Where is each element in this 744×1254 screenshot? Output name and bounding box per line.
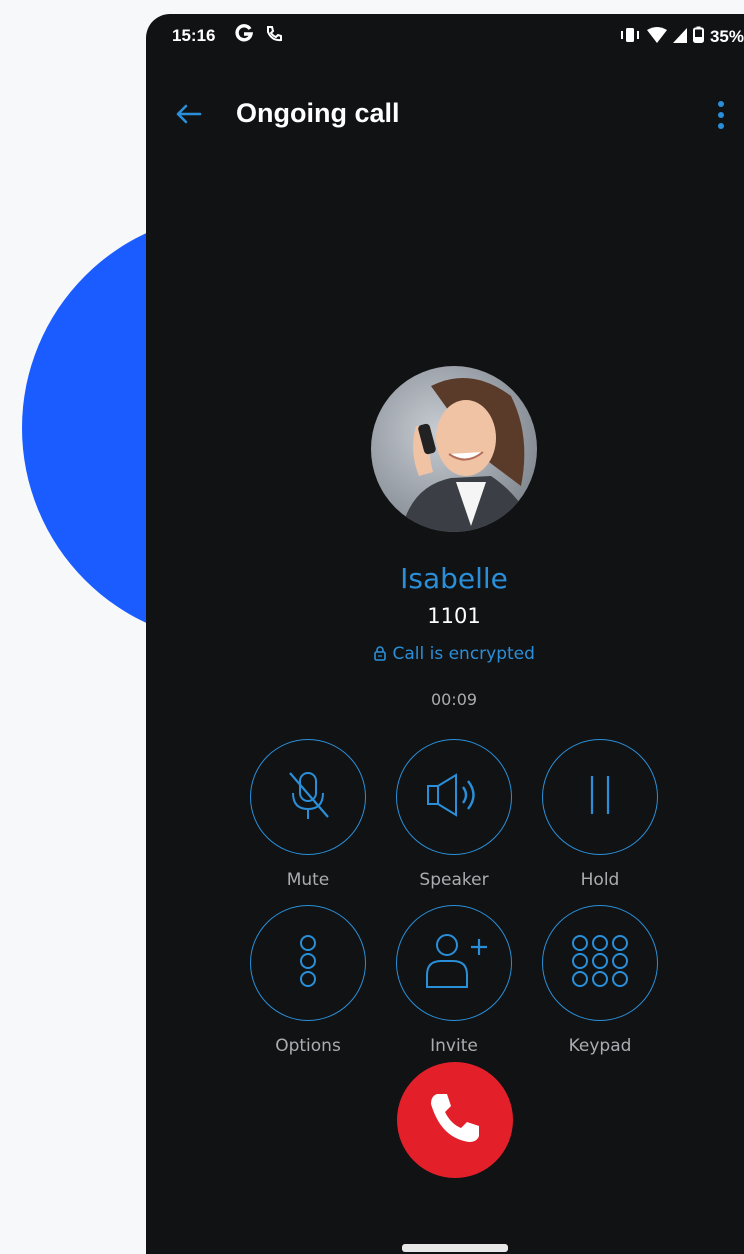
options-control[interactable]: Options	[238, 905, 378, 1056]
encryption-label: Call is encrypted	[392, 644, 535, 664]
mute-label: Mute	[286, 870, 330, 890]
keypad-control[interactable]: Keypad	[530, 905, 670, 1056]
keypad-button[interactable]	[542, 905, 658, 1021]
mute-button[interactable]	[250, 739, 366, 855]
speaker-label: Speaker	[419, 870, 489, 890]
hold-label: Hold	[580, 870, 620, 890]
phone-screen: 15:16 35% Ongoing call Isabelle 1101 Cal…	[146, 14, 744, 1254]
options-button[interactable]	[250, 905, 366, 1021]
options-dots-icon	[293, 931, 323, 995]
avatar	[371, 366, 537, 532]
status-time: 15:16	[172, 26, 216, 45]
more-vert-icon[interactable]	[717, 100, 725, 134]
invite-control[interactable]: Invite	[384, 905, 524, 1056]
status-bar: 15:16 35%	[146, 14, 744, 58]
speaker-control[interactable]: Speaker	[384, 739, 524, 890]
battery-percent: 35%	[709, 27, 744, 46]
app-bar: Ongoing call	[146, 84, 744, 144]
wifi-icon	[646, 26, 667, 48]
call-duration: 00:09	[430, 690, 478, 709]
nav-handle[interactable]	[402, 1244, 508, 1252]
battery-icon	[692, 26, 704, 48]
end-call-button[interactable]	[397, 1062, 513, 1178]
call-active-icon	[264, 24, 284, 49]
speaker-button[interactable]	[396, 739, 512, 855]
mute-control[interactable]: Mute	[238, 739, 378, 890]
pause-icon	[580, 770, 620, 824]
vibrate-icon	[619, 27, 641, 48]
status-right-group: 35%	[619, 26, 744, 48]
invite-label: Invite	[430, 1036, 478, 1056]
keypad-label: Keypad	[568, 1036, 632, 1056]
signal-icon	[672, 27, 687, 48]
caller-number: 1101	[427, 604, 481, 628]
add-person-icon	[419, 929, 489, 997]
page-title: Ongoing call	[236, 98, 400, 128]
mic-off-icon	[278, 765, 338, 829]
hold-button[interactable]	[542, 739, 658, 855]
dialpad-icon	[568, 931, 632, 995]
end-call-icon	[423, 1086, 487, 1154]
speaker-icon	[422, 765, 486, 829]
encryption-status: Call is encrypted	[146, 644, 744, 664]
back-arrow-icon[interactable]	[172, 98, 204, 134]
options-label: Options	[275, 1036, 341, 1056]
lock-icon	[373, 644, 392, 664]
invite-button[interactable]	[396, 905, 512, 1021]
hold-control[interactable]: Hold	[530, 739, 670, 890]
google-icon	[234, 23, 254, 48]
caller-name: Isabelle	[400, 562, 508, 595]
